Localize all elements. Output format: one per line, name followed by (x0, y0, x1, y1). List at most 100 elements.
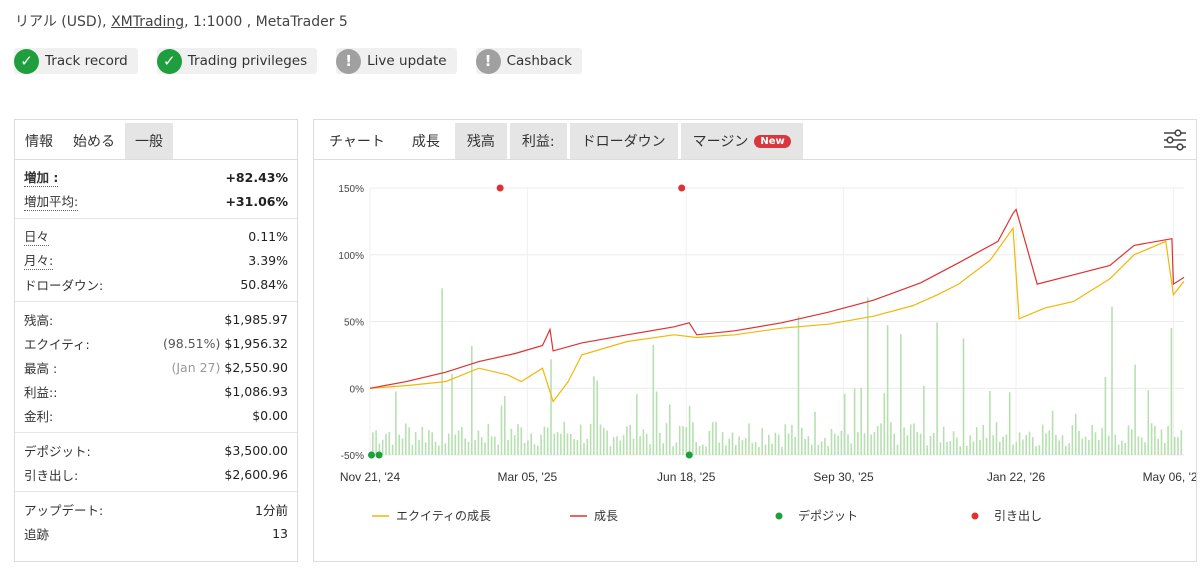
volume-bar (843, 393, 846, 455)
tab-chart[interactable]: チャート (317, 123, 397, 159)
stat-label: 利益:: (24, 384, 58, 400)
volume-bar (837, 435, 839, 455)
stat-row-deposit: デポジット: $3,500.00 (24, 438, 288, 462)
volume-bar (1018, 432, 1021, 455)
volume-bar (593, 376, 595, 455)
tab-margin[interactable]: マージン New (680, 123, 803, 159)
volume-bar (1045, 433, 1047, 455)
volume-bar (801, 427, 803, 455)
volume-bar (424, 442, 427, 455)
tab-info[interactable]: 情報 (15, 123, 63, 159)
x-tick-label: Jan 22, '26 (987, 470, 1046, 484)
stat-label: アップデート: (24, 502, 104, 518)
volume-bar (1150, 423, 1153, 455)
legend-label: 成長 (594, 509, 618, 523)
volume-bar (513, 434, 516, 455)
badge-track-record: ✓ Track record (14, 48, 138, 74)
tab-drawdown[interactable]: ドローダウン (569, 123, 678, 159)
volume-bar (916, 431, 919, 455)
broker-link[interactable]: XMTrading (111, 14, 184, 30)
volume-bar (461, 426, 463, 455)
stat-label[interactable]: 月々: (24, 250, 54, 270)
volume-bar (622, 435, 625, 455)
tab-profit[interactable]: 利益: (509, 123, 567, 159)
volume-bar (1154, 425, 1156, 455)
badge-label: Cashback (506, 53, 572, 69)
volume-bar (797, 316, 800, 455)
volume-bar (510, 428, 513, 455)
volume-bar (942, 426, 945, 455)
volume-bar (893, 433, 895, 455)
volume-bar (391, 444, 394, 455)
volume-bar (682, 426, 684, 455)
x-tick-label: Sep 30, '25 (813, 470, 874, 484)
volume-bar (791, 424, 793, 455)
tab-margin-label: マージン (692, 134, 749, 150)
volume-bar (830, 428, 833, 455)
stat-label: 追跡 (24, 526, 50, 542)
legend-label: 引き出し (994, 509, 1042, 523)
highest-amount: $2,550.90 (224, 359, 288, 375)
volume-bar (1065, 446, 1067, 455)
volume-bar (827, 446, 829, 455)
volume-bar (870, 434, 872, 455)
volume-bar (807, 436, 810, 455)
volume-bar (685, 427, 688, 455)
x-tick-label: Nov 21, '24 (340, 470, 401, 484)
stat-label: エクイティ: (24, 336, 90, 352)
volume-bar (636, 394, 638, 455)
tab-balance[interactable]: 残高 (454, 123, 507, 159)
volume-bar (550, 359, 552, 455)
volume-bar (850, 443, 853, 455)
stat-value: +31.06% (225, 193, 288, 209)
volume-bar (999, 441, 1001, 455)
volume-bar (751, 442, 754, 455)
volume-bar (507, 439, 509, 455)
series-line (369, 208, 1185, 389)
account-suffix: , 1:1000 , MetaTrader 5 (184, 14, 348, 30)
volume-bar (576, 439, 579, 455)
volume-bar (1012, 444, 1014, 455)
volume-bar (728, 438, 730, 455)
volume-bar (477, 430, 480, 455)
tab-general[interactable]: 一般 (125, 123, 173, 159)
volume-bar (1015, 442, 1018, 455)
volume-bar (903, 427, 905, 455)
volume-bar (662, 443, 664, 455)
tab-growth[interactable]: 成長 (399, 123, 452, 159)
volume-bar (995, 422, 998, 455)
volume-bar (705, 446, 707, 455)
volume-bar (566, 433, 569, 455)
stat-label[interactable]: 増加 : (24, 167, 59, 187)
volume-bar (834, 433, 836, 455)
volume-bar (966, 445, 968, 455)
volume-bar (857, 432, 859, 455)
stats-gain-block: 増加 : +82.43% 増加平均: +31.06% (15, 160, 297, 219)
volume-bar (487, 423, 490, 455)
stats-tabs: 情報 始める 一般 (15, 120, 297, 160)
volume-bar (754, 442, 757, 455)
stat-label: 金利: (24, 408, 54, 424)
volume-bar (438, 445, 440, 455)
badge-label: Trading privileges (187, 53, 308, 69)
badge-trading-privileges: ✓ Trading privileges (156, 48, 318, 74)
legend-swatch-deposit (775, 512, 783, 520)
volume-bar (936, 322, 938, 455)
volume-bar (715, 421, 717, 455)
volume-bar (586, 438, 589, 455)
volume-bar (1137, 436, 1140, 455)
legend-swatch-withdrawal (971, 512, 979, 520)
volume-bar (748, 423, 750, 455)
stat-label[interactable]: 増加平均: (24, 191, 79, 211)
settings-sliders-icon[interactable] (1162, 128, 1188, 152)
volume-bar (1058, 440, 1060, 455)
volume-bar (632, 438, 635, 455)
stat-label: 最高 : (24, 360, 58, 376)
stat-label[interactable]: 日々 (24, 226, 50, 246)
tab-start[interactable]: 始める (63, 123, 125, 159)
volume-bar (906, 435, 909, 455)
volume-bar (471, 345, 473, 455)
volume-bar (408, 427, 410, 455)
x-tick-label: May 06, '26 (1143, 470, 1196, 484)
volume-bar (989, 391, 991, 455)
